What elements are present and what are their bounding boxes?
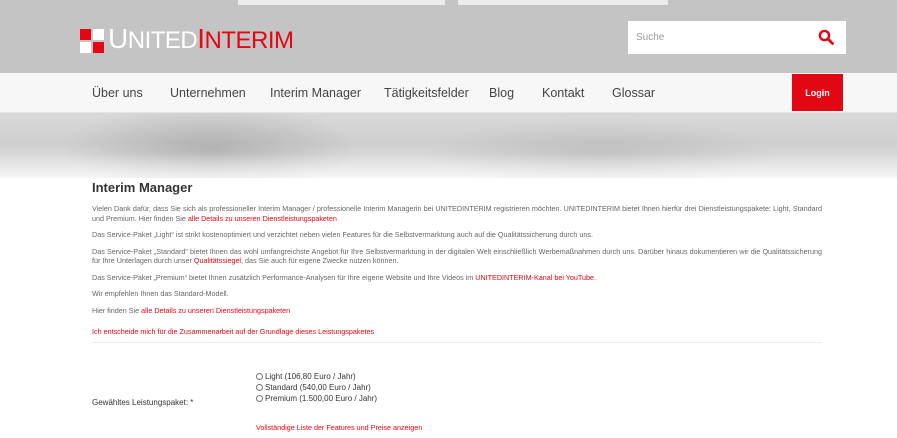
details-paragraph: Hier finden Sie alle Details zu unseren … [92,306,822,316]
package-option-light[interactable]: Light (106,80 Euro / Jahr) [256,371,377,382]
details-link[interactable]: alle Details zu unseren Dienstleistungsp… [188,214,337,223]
main-content: Interim Manager Vielen Dank dafür, dass … [92,180,822,343]
agree-link[interactable]: Ich entscheide mich für die Zusammenarbe… [92,327,822,343]
radio-light[interactable] [256,373,263,380]
light-paragraph: Das Service-Paket „Light“ ist strikt kos… [92,230,593,239]
nav-item-blog[interactable]: Blog [489,86,514,100]
login-button[interactable]: Login [792,74,843,111]
logo-text-part1: U [108,23,128,54]
standard-text-end: , das Sie auch für eigene Zwecke nutzen … [241,256,399,265]
radio-standard[interactable] [256,384,263,391]
package-option-premium-label: Premium (1.500,00 Euro / Jahr) [265,394,378,403]
search-icon[interactable] [818,29,834,45]
qualitaetssiegel-link[interactable]: Qualitätssiegel [194,256,241,265]
nav-item-interim-manager[interactable]: Interim Manager [270,86,361,100]
logo-text-part3: I [197,23,205,54]
logo-text-part4: NTERIM [204,27,295,54]
header: UNITEDINTERIM [0,0,897,73]
search-box [628,21,846,54]
package-option-standard[interactable]: Standard (540,00 Euro / Jahr) [256,382,377,393]
radio-premium[interactable] [256,395,263,402]
package-options: Light (106,80 Euro / Jahr) Standard (540… [256,371,377,404]
package-option-light-label: Light (106,80 Euro / Jahr) [265,372,356,381]
package-label: Gewähltes Leistungspaket: * [92,398,194,407]
top-tab-right [458,0,668,5]
page-title: Interim Manager [92,180,193,195]
logo-text-part2: NITED [127,27,198,54]
details-link-2[interactable]: alle Details zu unseren Dienstleistungsp… [141,306,290,315]
main-nav: Über uns Unternehmen Interim Manager Tät… [0,73,897,113]
nav-item-taetigkeitsfelder[interactable]: Tätigkeitsfelder [384,86,469,100]
standard-paragraph: Das Service-Paket „Standard“ bietet Ihne… [92,247,822,266]
youtube-link[interactable]: UNITEDINTERIM-Kanal bei YouTube [475,273,594,282]
recommendation-paragraph: Wir empfehlen Ihnen das Standard-Modell. [92,289,229,298]
details-text: Hier finden Sie [92,305,142,315]
premium-paragraph: Das Service-Paket „Premium“ bietet Ihnen… [92,273,822,283]
nav-item-unternehmen[interactable]: Unternehmen [170,86,246,100]
premium-text-end: . [594,272,597,282]
intro-paragraph: Vielen Dank dafür, dass Sie sich als pro… [92,204,822,223]
nav-item-glossar[interactable]: Glossar [612,86,655,100]
nav-item-kontakt[interactable]: Kontakt [542,86,584,100]
search-input[interactable] [628,32,808,43]
logo-mark-icon [80,29,106,53]
logo-text: UNITEDINTERIM [108,25,295,54]
logo[interactable]: UNITEDINTERIM [80,25,295,54]
premium-text: Das Service-Paket „Premium“ bietet Ihnen… [92,272,476,282]
package-option-premium[interactable]: Premium (1.500,00 Euro / Jahr) [256,393,377,404]
package-option-standard-label: Standard (540,00 Euro / Jahr) [265,383,371,392]
full-list-link[interactable]: Vollständige Liste der Features und Prei… [256,423,422,432]
hero-banner [0,113,897,178]
top-tab-left [238,0,445,5]
nav-item-ueber-uns[interactable]: Über uns [92,86,143,100]
